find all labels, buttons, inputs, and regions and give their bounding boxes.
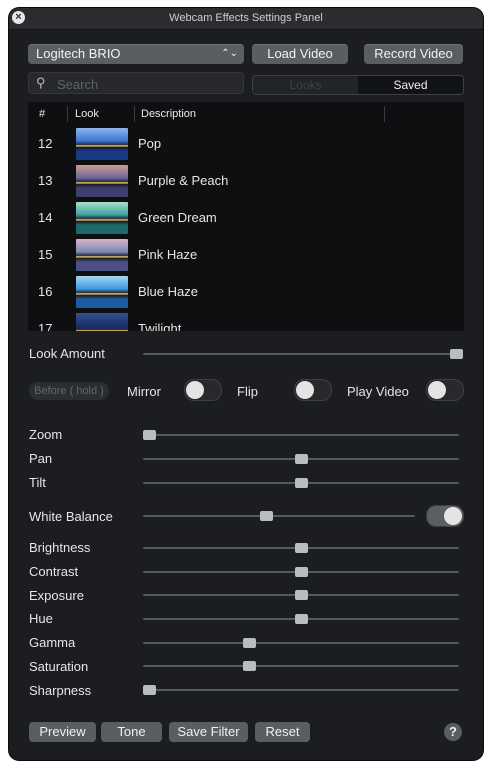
gamma-knob[interactable]: [243, 638, 256, 648]
table-row[interactable]: 13 Purple & Peach: [28, 163, 464, 200]
search-box: ⚲: [28, 72, 244, 94]
saturation-slider[interactable]: [143, 661, 459, 671]
window-title: Webcam Effects Settings Panel: [169, 12, 323, 24]
tilt-knob[interactable]: [295, 478, 308, 488]
search-icon: ⚲: [36, 75, 46, 90]
exposure-slider[interactable]: [143, 590, 459, 600]
row-number: 13: [38, 173, 53, 188]
play-video-toggle[interactable]: [426, 379, 464, 401]
gamma-slider[interactable]: [143, 638, 459, 648]
pan-label: Pan: [29, 451, 53, 466]
preview-button[interactable]: Preview: [29, 722, 96, 742]
row-description: Twilight: [138, 321, 182, 331]
white-balance-label: White Balance: [29, 509, 113, 524]
table-header: # Look Description: [28, 102, 464, 126]
sharpness-slider[interactable]: [143, 685, 459, 695]
look-thumbnail-image: [76, 128, 128, 160]
row-number: 17: [38, 321, 53, 331]
look-amount-label: Look Amount: [29, 346, 105, 361]
contrast-slider[interactable]: [143, 567, 459, 577]
tilt-label: Tilt: [29, 475, 46, 490]
hue-label: Hue: [29, 611, 53, 626]
brightness-slider[interactable]: [143, 543, 459, 553]
play-video-label: Play Video: [347, 384, 409, 399]
toggle-knob: [428, 381, 446, 399]
toggle-knob: [296, 381, 314, 399]
saturation-knob[interactable]: [243, 661, 256, 671]
header-description[interactable]: Description: [141, 108, 196, 120]
contrast-knob[interactable]: [295, 567, 308, 577]
pan-slider[interactable]: [143, 454, 459, 464]
sharpness-knob[interactable]: [143, 685, 156, 695]
tone-button[interactable]: Tone: [101, 722, 162, 742]
row-description: Purple & Peach: [138, 173, 229, 188]
look-thumbnail-image: [76, 165, 128, 197]
settings-window: × Webcam Effects Settings Panel Logitech…: [9, 8, 483, 760]
help-icon[interactable]: ?: [444, 723, 462, 741]
header-num[interactable]: #: [39, 108, 45, 120]
pan-knob[interactable]: [295, 454, 308, 464]
search-input[interactable]: [55, 74, 239, 94]
white-balance-slider[interactable]: [143, 511, 415, 521]
look-thumbnail-image: [76, 202, 128, 234]
sharpness-label: Sharpness: [29, 683, 92, 698]
exposure-label: Exposure: [29, 588, 84, 603]
row-description: Pink Haze: [138, 247, 198, 262]
row-number: 15: [38, 247, 53, 262]
table-row[interactable]: 15 Pink Haze: [28, 237, 464, 274]
look-thumbnail-image: [76, 276, 128, 308]
column-divider: [67, 106, 68, 122]
column-divider: [134, 106, 135, 122]
looks-table: # Look Description 12 Pop 13 Purple & Peach…: [28, 102, 464, 331]
title-bar: × Webcam Effects Settings Panel: [9, 8, 483, 30]
row-number: 14: [38, 210, 53, 225]
saturation-label: Saturation: [29, 659, 89, 674]
row-description: Green Dream: [138, 210, 217, 225]
flip-toggle[interactable]: [294, 379, 332, 401]
look-amount-knob[interactable]: [450, 349, 463, 359]
brightness-label: Brightness: [29, 540, 91, 555]
tab-looks[interactable]: Looks: [253, 76, 358, 94]
mirror-toggle[interactable]: [184, 379, 222, 401]
look-thumbnail-image: [76, 313, 128, 331]
toggle-knob: [186, 381, 204, 399]
look-thumbnail-image: [76, 239, 128, 271]
table-row[interactable]: 12 Pop: [28, 126, 464, 163]
before-hold-button[interactable]: Before ( hold ): [29, 382, 109, 400]
column-divider: [384, 106, 385, 122]
row-description: Pop: [138, 136, 162, 151]
reset-button[interactable]: Reset: [255, 722, 310, 742]
white-balance-auto-toggle[interactable]: [426, 505, 464, 527]
row-description: Blue Haze: [138, 284, 198, 299]
tab-saved[interactable]: Saved: [358, 76, 463, 94]
toggle-knob: [444, 507, 462, 525]
row-number: 16: [38, 284, 53, 299]
header-look[interactable]: Look: [75, 108, 99, 120]
zoom-slider[interactable]: [143, 430, 459, 440]
hue-knob[interactable]: [295, 614, 308, 624]
save-filter-button[interactable]: Save Filter: [169, 722, 248, 742]
table-row[interactable]: 17 Twilight: [28, 311, 464, 331]
table-row[interactable]: 14 Green Dream: [28, 200, 464, 237]
camera-select[interactable]: Logitech BRIO ⌃⌄: [28, 44, 244, 64]
load-video-button[interactable]: Load Video: [252, 44, 348, 64]
brightness-knob[interactable]: [295, 543, 308, 553]
hue-slider[interactable]: [143, 614, 459, 624]
looks-saved-segmented: Looks Saved: [252, 75, 464, 95]
contrast-label: Contrast: [29, 564, 79, 579]
table-row[interactable]: 16 Blue Haze: [28, 274, 464, 311]
row-number: 12: [38, 136, 53, 151]
exposure-knob[interactable]: [295, 590, 308, 600]
look-amount-slider[interactable]: [143, 349, 463, 359]
tilt-slider[interactable]: [143, 478, 459, 488]
zoom-label: Zoom: [29, 427, 63, 442]
flip-label: Flip: [237, 384, 258, 399]
chevron-updown-icon: ⌃⌄: [221, 48, 238, 59]
gamma-label: Gamma: [29, 635, 76, 650]
mirror-label: Mirror: [127, 384, 161, 399]
record-video-button[interactable]: Record Video: [364, 44, 463, 64]
zoom-knob[interactable]: [143, 430, 156, 440]
white-balance-knob[interactable]: [260, 511, 273, 521]
camera-select-value: Logitech BRIO: [36, 46, 121, 61]
